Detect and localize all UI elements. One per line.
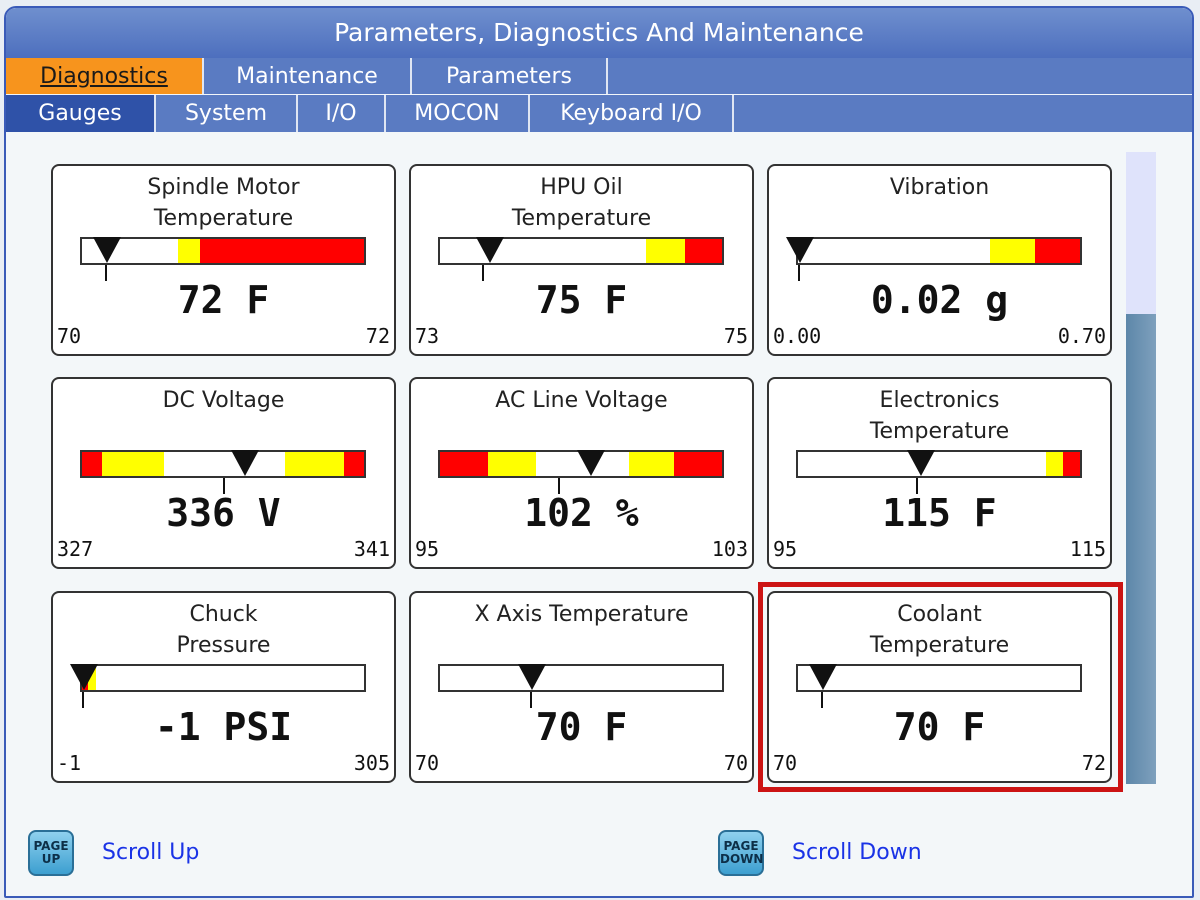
gauge-bar bbox=[80, 237, 366, 265]
danger-band bbox=[1034, 239, 1080, 263]
gauge-min: -1 bbox=[57, 751, 82, 775]
main-tabs: Diagnostics Maintenance Parameters bbox=[6, 58, 1192, 94]
warning-band bbox=[285, 452, 345, 476]
gauge-title: DC Voltage bbox=[162, 388, 285, 413]
gauge-pointer-icon bbox=[808, 664, 837, 690]
danger-band bbox=[1063, 452, 1080, 476]
tab-mocon[interactable]: MOCON bbox=[386, 95, 530, 132]
gauge-max: 103 bbox=[711, 537, 748, 561]
gauge-pointer-icon bbox=[230, 450, 259, 476]
gauge-pointer-icon bbox=[518, 664, 547, 690]
gauge-min: 70 bbox=[415, 751, 440, 775]
gauge-card[interactable]: AC Line Voltage 102 % 95 103 bbox=[409, 377, 754, 569]
warning-band bbox=[645, 239, 686, 263]
danger-band bbox=[685, 239, 722, 263]
warning-band bbox=[628, 452, 675, 476]
gauge-min: 327 bbox=[57, 537, 94, 561]
danger-band bbox=[82, 452, 102, 476]
gauge-min: 0.00 bbox=[773, 324, 822, 348]
gauge-max: 72 bbox=[1081, 751, 1106, 775]
gauge-title: Chuck Pressure bbox=[176, 602, 271, 658]
gauge-bar bbox=[786, 237, 1082, 265]
gauge-card[interactable]: Coolant Temperature 70 F 70 72 bbox=[767, 591, 1112, 783]
gauge-bar bbox=[70, 664, 366, 692]
warning-band bbox=[101, 452, 164, 476]
gauge-card[interactable]: Chuck Pressure -1 PSI -1 305 bbox=[51, 591, 396, 783]
danger-band bbox=[440, 452, 488, 476]
warning-band bbox=[1046, 452, 1064, 476]
gauge-bar bbox=[438, 237, 724, 265]
gauge-pointer-icon bbox=[577, 450, 606, 476]
tab-system[interactable]: System bbox=[156, 95, 298, 132]
gauge-min: 70 bbox=[773, 751, 798, 775]
gauge-title: Spindle Motor Temperature bbox=[147, 175, 300, 231]
warning-band bbox=[177, 239, 201, 263]
gauge-bar bbox=[438, 664, 724, 692]
page-down-key-label: PAGE DOWN bbox=[720, 839, 764, 866]
warning-band bbox=[487, 452, 536, 476]
gauge-max: 305 bbox=[353, 751, 390, 775]
gauge-max: 0.70 bbox=[1057, 324, 1106, 348]
tab-io[interactable]: I/O bbox=[298, 95, 386, 132]
sub-tabs: Gauges System I/O MOCON Keyboard I/O bbox=[6, 95, 1192, 132]
gauges-panel: Spindle Motor Temperature 72 F 70 72 HPU Oil… bbox=[6, 132, 1192, 896]
gauge-pointer-icon bbox=[907, 450, 936, 476]
tab-keyboard-io[interactable]: Keyboard I/O bbox=[530, 95, 734, 132]
gauge-value: 72 F bbox=[177, 278, 270, 322]
gauge-value: -1 PSI bbox=[154, 705, 293, 749]
gauge-card[interactable]: Vibration 0.02 g 0.00 0.70 bbox=[767, 164, 1112, 356]
gauge-card[interactable]: X Axis Temperature 70 F 70 70 bbox=[409, 591, 754, 783]
gauge-card[interactable]: DC Voltage 336 V 327 341 bbox=[51, 377, 396, 569]
danger-band bbox=[344, 452, 364, 476]
gauge-card[interactable]: HPU Oil Temperature 75 F 73 75 bbox=[409, 164, 754, 356]
gauge-pointer-icon bbox=[786, 237, 814, 263]
gauge-value: 75 F bbox=[535, 278, 628, 322]
tab-diagnostics[interactable]: Diagnostics bbox=[6, 58, 204, 94]
gauge-value: 70 F bbox=[893, 705, 986, 749]
gauge-title: HPU Oil Temperature bbox=[511, 175, 652, 231]
gauge-title: Coolant Temperature bbox=[869, 602, 1010, 658]
gauge-max: 75 bbox=[723, 324, 748, 348]
scrollbar-thumb[interactable] bbox=[1126, 314, 1156, 784]
warning-band bbox=[989, 239, 1035, 263]
gauge-bar bbox=[796, 450, 1082, 478]
gauge-max: 341 bbox=[353, 537, 390, 561]
gauge-card[interactable]: Spindle Motor Temperature 72 F 70 72 bbox=[51, 164, 396, 356]
danger-band bbox=[674, 452, 722, 476]
gauge-card[interactable]: Electronics Temperature 115 F 95 115 bbox=[767, 377, 1112, 569]
gauge-max: 115 bbox=[1069, 537, 1106, 561]
page-down-key-icon[interactable]: PAGE DOWN bbox=[718, 830, 764, 876]
gauge-max: 72 bbox=[365, 324, 390, 348]
gauge-title: AC Line Voltage bbox=[495, 388, 668, 413]
scroll-up-button[interactable]: Scroll Up bbox=[102, 840, 199, 865]
scroll-down-button[interactable]: Scroll Down bbox=[792, 840, 922, 865]
gauge-max: 70 bbox=[723, 751, 748, 775]
gauge-value: 336 V bbox=[166, 491, 281, 535]
page-up-key-label: PAGE UP bbox=[33, 839, 69, 866]
gauge-bar bbox=[438, 450, 724, 478]
gauge-bar bbox=[80, 450, 366, 478]
diagnostics-window: Parameters, Diagnostics And Maintenance … bbox=[4, 6, 1194, 898]
gauge-bar bbox=[796, 664, 1082, 692]
gauge-title: Electronics Temperature bbox=[869, 388, 1010, 444]
gauge-value: 115 F bbox=[882, 491, 997, 535]
tab-gauges[interactable]: Gauges bbox=[6, 95, 156, 132]
gauge-value: 0.02 g bbox=[870, 278, 1009, 322]
gauge-pointer-icon bbox=[70, 664, 98, 690]
gauge-pointer-icon bbox=[92, 237, 121, 263]
gauge-title: Vibration bbox=[889, 175, 990, 200]
gauge-pointer-icon bbox=[475, 237, 504, 263]
gauge-min: 73 bbox=[415, 324, 440, 348]
page-up-key-icon[interactable]: PAGE UP bbox=[28, 830, 74, 876]
gauge-value: 102 % bbox=[524, 491, 639, 535]
tab-maintenance[interactable]: Maintenance bbox=[204, 58, 412, 94]
gauge-title: X Axis Temperature bbox=[474, 602, 689, 627]
tab-parameters[interactable]: Parameters bbox=[412, 58, 608, 94]
gauge-min: 95 bbox=[773, 537, 798, 561]
danger-band bbox=[200, 239, 364, 263]
gauge-min: 70 bbox=[57, 324, 82, 348]
gauge-value: 70 F bbox=[535, 705, 628, 749]
gauge-min: 95 bbox=[415, 537, 440, 561]
window-title: Parameters, Diagnostics And Maintenance bbox=[6, 8, 1192, 58]
